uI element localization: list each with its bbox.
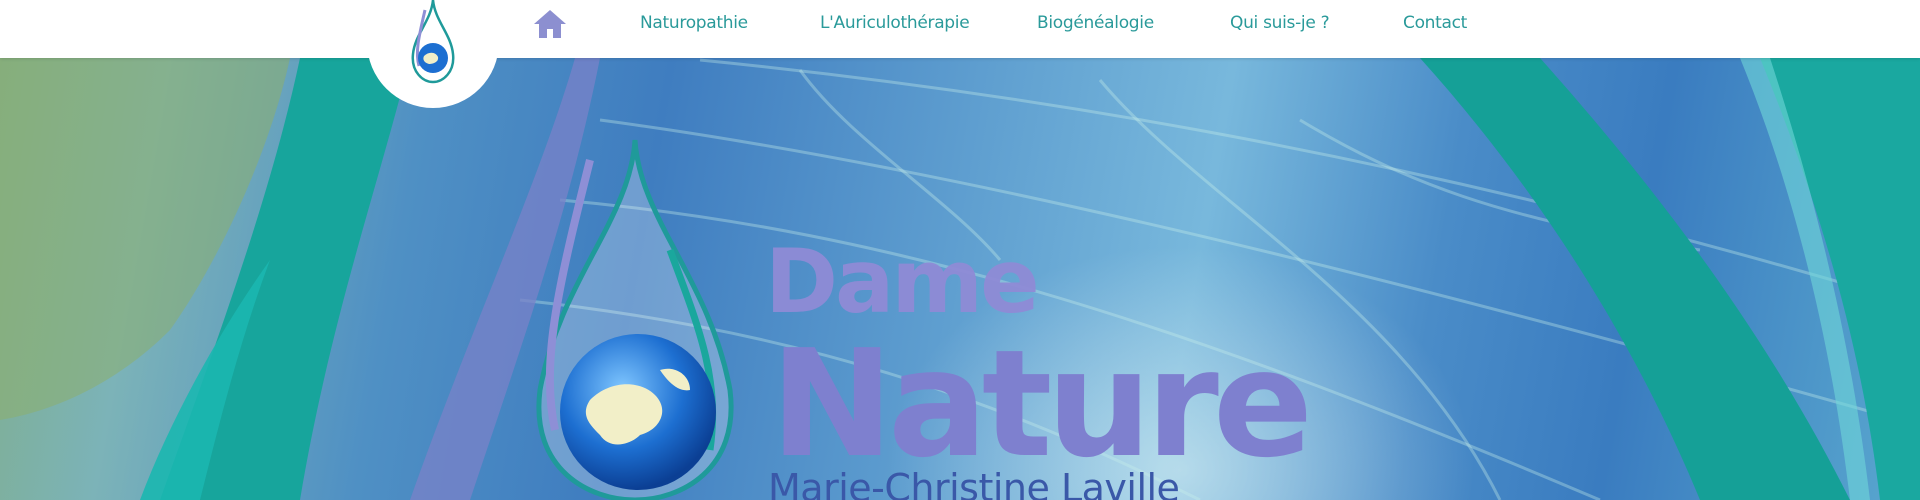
nav-item-contact[interactable]: Contact	[1403, 13, 1467, 33]
brand-title-dame: Dame	[765, 230, 1040, 333]
home-button[interactable]	[530, 4, 570, 44]
nav-item-naturopathie[interactable]: Naturopathie	[640, 13, 748, 33]
brand-title-nature: Nature	[770, 318, 1313, 490]
nav-item-auriculotherapie[interactable]: L'Auriculothérapie	[820, 13, 970, 33]
hero-banner: Dame Nature Marie-Christine Laville	[0, 0, 1920, 500]
home-icon	[534, 10, 566, 38]
nav-item-biogenealogie[interactable]: Biogénéalogie	[1037, 13, 1154, 33]
water-drop-globe-icon	[411, 0, 455, 84]
nav-item-qui-suis-je[interactable]: Qui suis-je ?	[1230, 13, 1330, 33]
water-drop-globe-icon	[536, 139, 734, 500]
owner-name: Marie-Christine Laville	[768, 466, 1180, 500]
